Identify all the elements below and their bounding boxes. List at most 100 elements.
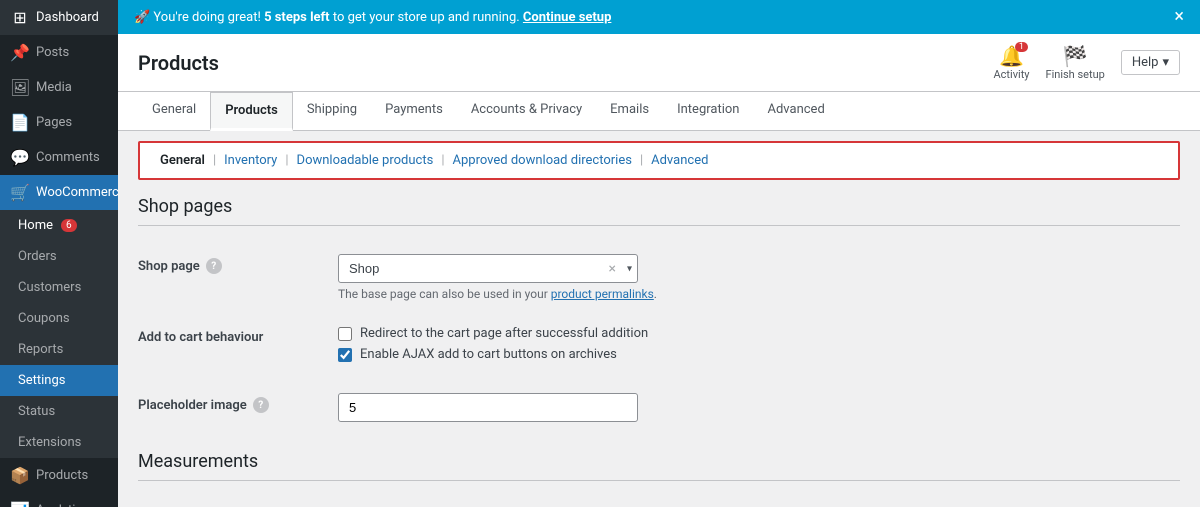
notice-text: 🚀 You're doing great! 5 steps left to ge… [134,10,611,25]
sub-nav-inventory[interactable]: Inventory [218,151,283,170]
analytics-icon: 📊 [10,501,30,507]
activity-label: Activity [993,68,1029,81]
sidebar-label-dashboard: Dashboard [36,10,99,25]
section-title-shop-pages: Shop pages [138,196,1180,226]
help-label: Help [1132,55,1159,70]
main-layout: ⊞ Dashboard 📌 Posts 🖼 Media 📄 Pages 💬 Co… [0,0,1200,507]
continue-setup-link[interactable]: Continue setup [523,10,611,25]
sidebar-label-orders: Orders [18,249,57,264]
activity-button[interactable]: 🔔 1 Activity [993,44,1029,81]
media-icon: 🖼 [10,78,30,97]
help-chevron-icon: ▾ [1162,55,1169,70]
sidebar: ⊞ Dashboard 📌 Posts 🖼 Media 📄 Pages 💬 Co… [0,0,118,507]
sidebar-label-extensions: Extensions [18,435,81,450]
tab-integration[interactable]: Integration [663,92,753,130]
form-field-placeholder [338,393,1180,422]
ajax-label: Enable AJAX add to cart buttons on archi… [360,347,617,362]
sidebar-label-analytics: Analytics [36,503,89,507]
tabs: General Products Shipping Payments Accou… [138,92,1180,130]
header-actions: 🔔 1 Activity 🏁 Finish setup Help ▾ [993,44,1180,81]
ajax-checkbox[interactable] [338,348,352,362]
app: ⊞ Dashboard 📌 Posts 🖼 Media 📄 Pages 💬 Co… [0,0,1200,507]
placeholder-image-input[interactable] [338,393,638,422]
sidebar-label-status: Status [18,404,55,419]
form-row-placeholder: Placeholder image ? [138,381,1180,435]
page-title: Products [138,51,219,75]
sub-nav-approved[interactable]: Approved download directories [447,151,638,170]
sidebar-label-customers: Customers [18,280,81,295]
sidebar-label-home: Home [18,218,53,233]
sidebar-item-pages[interactable]: 📄 Pages [0,105,118,140]
notice-bar: 🚀 You're doing great! 5 steps left to ge… [118,0,1200,34]
sidebar-label-comments: Comments [36,150,100,165]
sidebar-item-coupons[interactable]: Coupons [0,303,118,334]
sidebar-label-products: Products [36,468,88,483]
sidebar-item-analytics[interactable]: 📊 Analytics [0,493,118,507]
redirect-checkbox[interactable] [338,327,352,341]
main-content: Shop pages Shop page ? Shop × ▾ [118,180,1200,507]
sidebar-item-status[interactable]: Status [0,396,118,427]
shop-page-select[interactable]: Shop [338,254,638,283]
sidebar-label-pages: Pages [36,115,72,130]
form-label-add-to-cart: Add to cart behaviour [138,326,338,345]
shop-page-clear-icon[interactable]: × [609,261,616,277]
posts-icon: 📌 [10,43,30,62]
form-row-weight: Weight unit ? kg g lbs oz [138,497,1180,507]
dashboard-icon: ⊞ [10,8,30,27]
sidebar-item-home[interactable]: Home 6 [0,210,118,241]
sidebar-item-woocommerce[interactable]: 🛒 WooCommerce [0,175,118,210]
checkbox-row-redirect: Redirect to the cart page after successf… [338,326,1180,341]
finish-setup-icon: 🏁 [1063,44,1088,68]
home-badge: 6 [61,219,77,232]
form-field-shop-page: Shop × ▾ The base page can also be used … [338,254,1180,301]
tab-advanced[interactable]: Advanced [753,92,838,130]
pages-icon: 📄 [10,113,30,132]
tabs-container: General Products Shipping Payments Accou… [118,92,1200,131]
woocommerce-icon: 🛒 [10,183,30,202]
sub-nav: General | Inventory | Downloadable produ… [138,141,1180,180]
sub-nav-downloadable[interactable]: Downloadable products [291,151,440,170]
form-label-shop-page: Shop page ? [138,254,338,274]
label-text-add-to-cart: Add to cart behaviour [138,330,263,345]
sidebar-item-settings[interactable]: Settings [0,365,118,396]
checkbox-row-ajax: Enable AJAX add to cart buttons on archi… [338,347,1180,362]
tab-accounts-privacy[interactable]: Accounts & Privacy [457,92,596,130]
product-permalinks-link[interactable]: product permalinks [551,287,654,301]
form-field-add-to-cart: Redirect to the cart page after successf… [338,326,1180,368]
sidebar-item-media[interactable]: 🖼 Media [0,70,118,105]
content-area: 🚀 You're doing great! 5 steps left to ge… [118,0,1200,507]
tab-payments[interactable]: Payments [371,92,457,130]
sub-nav-general[interactable]: General [160,151,211,170]
help-icon-placeholder[interactable]: ? [253,397,269,413]
sidebar-label-reports: Reports [18,342,63,357]
tab-products[interactable]: Products [210,92,293,131]
redirect-label: Redirect to the cart page after successf… [360,326,648,341]
sidebar-item-dashboard[interactable]: ⊞ Dashboard [0,0,118,35]
page-header: Products 🔔 1 Activity 🏁 Finish setup [118,34,1200,92]
sidebar-label-posts: Posts [36,45,69,60]
sidebar-item-customers[interactable]: Customers [0,272,118,303]
sidebar-label-media: Media [36,80,72,95]
notice-close-button[interactable]: × [1174,8,1184,26]
form-row-shop-page: Shop page ? Shop × ▾ The base page can [138,242,1180,314]
help-icon-shop-page[interactable]: ? [206,258,222,274]
sub-nav-advanced[interactable]: Advanced [645,151,714,170]
help-button[interactable]: Help ▾ [1121,50,1180,75]
sidebar-item-reports[interactable]: Reports [0,334,118,365]
finish-setup-button[interactable]: 🏁 Finish setup [1046,44,1105,81]
sidebar-item-comments[interactable]: 💬 Comments [0,140,118,175]
sidebar-label-woocommerce: WooCommerce [36,185,118,200]
label-text-shop-page: Shop page [138,259,200,274]
sidebar-item-extensions[interactable]: Extensions [0,427,118,458]
sidebar-item-posts[interactable]: 📌 Posts [0,35,118,70]
sidebar-item-orders[interactable]: Orders [0,241,118,272]
activity-badge: 1 [1015,42,1028,52]
tab-general[interactable]: General [138,92,210,130]
products-icon: 📦 [10,466,30,485]
sidebar-item-products[interactable]: 📦 Products [0,458,118,493]
shop-page-select-wrapper: Shop × ▾ [338,254,638,283]
form-row-add-to-cart: Add to cart behaviour Redirect to the ca… [138,314,1180,381]
tab-emails[interactable]: Emails [596,92,663,130]
tab-shipping[interactable]: Shipping [293,92,371,130]
label-text-placeholder: Placeholder image [138,398,247,413]
